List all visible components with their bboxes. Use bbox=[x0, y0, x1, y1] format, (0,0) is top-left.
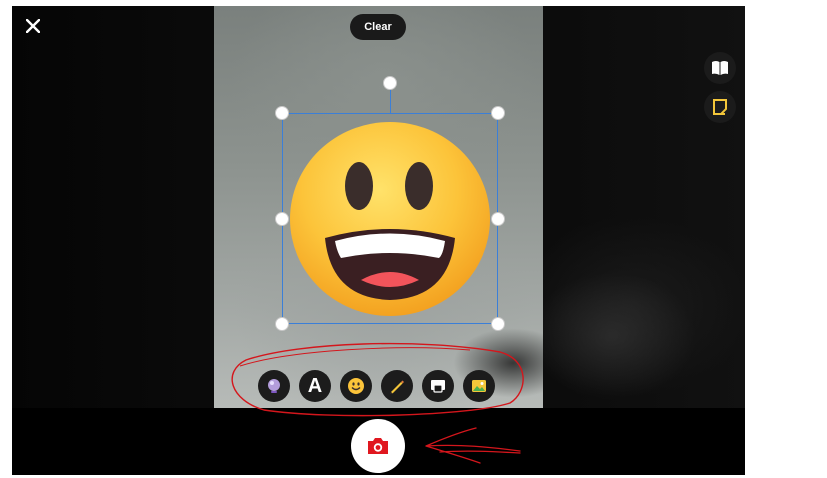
text-tool-button[interactable]: A bbox=[299, 370, 331, 402]
resize-handle-left[interactable] bbox=[275, 212, 289, 226]
edit-toolbar: A bbox=[258, 370, 495, 402]
grinning-face-icon[interactable] bbox=[289, 120, 491, 318]
emoji-sticker-button[interactable] bbox=[340, 370, 372, 402]
rotate-connector bbox=[390, 89, 391, 113]
background-button[interactable] bbox=[422, 370, 454, 402]
camera-icon bbox=[368, 438, 388, 454]
filter-lens-icon bbox=[268, 379, 280, 393]
gallery-image-icon bbox=[472, 380, 486, 392]
resize-handle-bottom-left[interactable] bbox=[275, 317, 289, 331]
background-icon bbox=[431, 380, 445, 393]
resize-handle-right[interactable] bbox=[491, 212, 505, 226]
draw-button[interactable] bbox=[381, 370, 413, 402]
close-icon bbox=[25, 18, 41, 34]
capture-button[interactable] bbox=[351, 419, 405, 473]
filter-button[interactable] bbox=[258, 370, 290, 402]
sticker-note-button[interactable] bbox=[704, 91, 736, 123]
sticker-note-icon bbox=[713, 99, 727, 115]
gallery-button[interactable] bbox=[463, 370, 495, 402]
emoji-sticker-icon bbox=[348, 378, 364, 394]
pencil-icon bbox=[390, 380, 404, 394]
clear-button[interactable]: Clear bbox=[350, 14, 406, 40]
close-button[interactable] bbox=[20, 14, 46, 40]
text-tool-label: A bbox=[307, 375, 323, 397]
resize-handle-top-right[interactable] bbox=[491, 106, 505, 120]
camera-app: Clear A bbox=[12, 6, 745, 475]
resize-handle-top-left[interactable] bbox=[275, 106, 289, 120]
book-button[interactable] bbox=[704, 52, 736, 84]
book-icon bbox=[712, 61, 728, 75]
resize-handle-bottom-right[interactable] bbox=[491, 317, 505, 331]
rotate-handle[interactable] bbox=[383, 76, 397, 90]
